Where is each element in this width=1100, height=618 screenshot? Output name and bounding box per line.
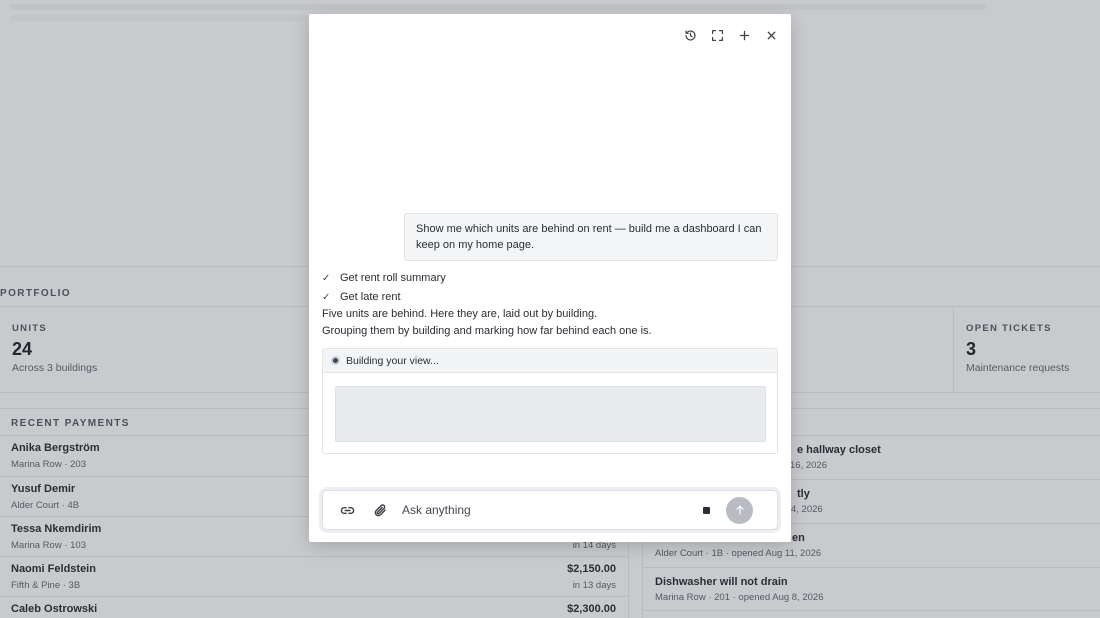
ticket-sub: Marina Row · 201 · opened Aug 8, 2026 <box>655 592 824 603</box>
portfolio-label: PORTFOLIO <box>0 288 71 299</box>
stat-title: UNITS <box>12 323 47 334</box>
payment-amount: $2,150.00 <box>567 563 616 575</box>
ticket-sub: 16, 2026 <box>790 460 827 471</box>
assistant-message-line: Five units are behind. Here they are, la… <box>322 308 598 320</box>
ticket-row[interactable]: Dishwasher will not drain Marina Row · 2… <box>642 567 1100 611</box>
payment-row[interactable]: Caleb Ostrowski $2,300.00 <box>0 596 628 618</box>
stat-sub: Across 3 buildings <box>12 362 98 374</box>
build-status-bar: Building your view... <box>323 349 777 373</box>
unit-location: Marina Row · 203 <box>11 459 86 470</box>
user-message: Show me which units are behind on rent —… <box>404 213 778 261</box>
plus-icon[interactable] <box>735 26 754 45</box>
fullscreen-icon[interactable] <box>708 26 727 45</box>
arrow-up-icon <box>735 505 744 515</box>
view-placeholder <box>335 386 766 442</box>
ticket-title: tly <box>797 488 810 500</box>
stat-card-units: UNITS 24 Across 3 buildings <box>0 307 310 392</box>
ticket-sub: Alder Court · 1B · opened Aug 11, 2026 <box>655 548 822 559</box>
check-icon: ✓ <box>322 291 331 303</box>
build-status-text: Building your view... <box>346 354 439 367</box>
loading-indicator-icon <box>331 356 340 365</box>
link-icon[interactable] <box>338 501 356 519</box>
tenant-name: Yusuf Demir <box>11 483 76 495</box>
divider <box>642 610 1100 611</box>
ticket-sub: 4, 2026 <box>791 504 823 515</box>
stat-value: 24 <box>12 339 33 359</box>
recent-payments-label: RECENT PAYMENTS <box>11 418 130 429</box>
stat-card-open-tickets: OPEN TICKETS 3 Maintenance requests <box>954 307 1100 392</box>
chat-composer <box>322 490 778 530</box>
unit-location: Alder Court · 4B <box>11 500 80 511</box>
stat-sub: Maintenance requests <box>966 362 1070 374</box>
tenant-name: Caleb Ostrowski <box>11 603 98 615</box>
stat-title: OPEN TICKETS <box>966 323 1052 334</box>
step-item: ✓ Get late rent <box>322 291 401 303</box>
step-label: Get late rent <box>340 291 401 303</box>
stat-value: 3 <box>966 339 977 359</box>
close-icon[interactable] <box>762 26 781 45</box>
header-placeholder <box>10 15 310 21</box>
payment-row[interactable]: Naomi Feldstein Fifth & Pine · 3B $2,150… <box>0 556 628 596</box>
header-placeholder <box>10 4 986 10</box>
chat-input[interactable] <box>402 503 692 517</box>
step-label: Get rent roll summary <box>340 272 446 284</box>
tenant-name: Tessa Nkemdirim <box>11 523 102 535</box>
step-item: ✓ Get rent roll summary <box>322 272 446 284</box>
building-view-card: Building your view... <box>322 348 778 454</box>
stop-icon[interactable] <box>703 506 710 514</box>
unit-location: Marina Row · 103 <box>11 540 86 551</box>
send-button[interactable] <box>726 496 753 524</box>
due-text: in 13 days <box>572 580 616 591</box>
ticket-title: en <box>792 532 805 544</box>
assistant-message-line: Grouping them by building and marking ho… <box>322 325 652 337</box>
payment-amount: $2,300.00 <box>567 603 616 615</box>
ticket-title: e hallway closet <box>797 444 881 456</box>
tenant-name: Naomi Feldstein <box>11 563 96 575</box>
ticket-title: Dishwasher will not drain <box>655 576 788 588</box>
attachment-icon[interactable] <box>371 501 389 519</box>
modal-toolbar <box>681 26 781 45</box>
tenant-name: Anika Bergström <box>11 442 100 454</box>
history-icon[interactable] <box>681 26 700 45</box>
unit-location: Fifth & Pine · 3B <box>11 580 81 591</box>
assistant-chat-modal: Show me which units are behind on rent —… <box>309 14 791 542</box>
check-icon: ✓ <box>322 272 331 284</box>
